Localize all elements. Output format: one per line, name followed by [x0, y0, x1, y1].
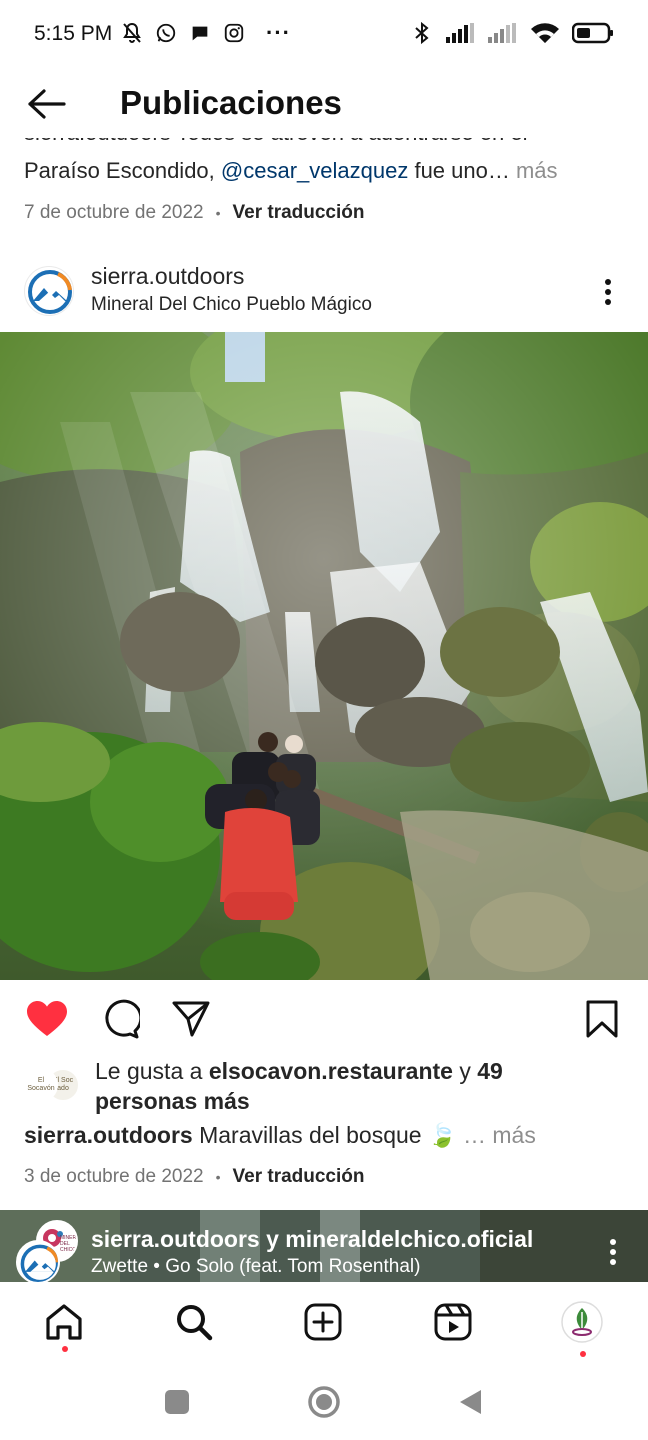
share-button[interactable]: [168, 996, 214, 1042]
home-notification-dot: [62, 1346, 68, 1352]
page-title: Publicaciones: [120, 84, 342, 121]
likes-suffix[interactable]: personas más: [95, 1088, 250, 1114]
back-system-button[interactable]: [450, 1382, 490, 1422]
more-label: … más: [462, 1122, 536, 1148]
chat-bubble-icon: [188, 20, 212, 46]
post-location[interactable]: Mineral Del Chico Pueblo Mágico: [91, 294, 372, 316]
caption-text: Paraíso Escondido,: [24, 158, 221, 183]
collab-avatars: MINERAL DEL CHICO: [14, 1220, 84, 1282]
reels-icon: [434, 1303, 472, 1341]
triangle-back-icon: [460, 1390, 481, 1414]
like-button[interactable]: [24, 996, 70, 1042]
more-notifications-icon: ···: [266, 20, 291, 45]
mention-link[interactable]: @cesar_velazquez: [221, 158, 408, 183]
wifi-icon: [530, 20, 560, 46]
save-button[interactable]: [579, 996, 625, 1042]
next-post-audio[interactable]: Zwette • Go Solo (feat. Tom Rosenthal): [91, 1256, 420, 1278]
send-icon: [172, 1001, 210, 1037]
waterfall-photo: [0, 332, 648, 980]
caption-tail: fue uno…: [408, 158, 510, 183]
heart-filled-icon: [27, 1001, 67, 1036]
previous-post-caption[interactable]: sierra.outdoors Todos se atreven a adent…: [24, 134, 624, 194]
app-header: Publicaciones: [0, 70, 648, 138]
more-link[interactable]: … más: [457, 1122, 536, 1148]
instagram-icon: [222, 20, 246, 46]
recent-apps-button[interactable]: [157, 1382, 197, 1422]
comment-button[interactable]: [97, 996, 143, 1042]
translate-link[interactable]: Ver traducción: [233, 202, 365, 224]
caption-line: Paraíso Escondido, @cesar_velazquez fue …: [24, 158, 558, 184]
likes-prefix: Le gusta a: [95, 1058, 209, 1084]
caption-username[interactable]: sierra.outdoors: [24, 1122, 193, 1148]
post-options-button[interactable]: [588, 272, 628, 312]
post-date: 3 de octubre de 2022: [24, 1166, 204, 1187]
status-time: 5:15 PM: [34, 22, 113, 45]
translate-link[interactable]: Ver traducción: [233, 1166, 365, 1188]
new-post-icon: [304, 1303, 342, 1341]
bottom-navigation: [0, 1282, 648, 1364]
nav-reels[interactable]: [431, 1300, 475, 1344]
nav-home[interactable]: [42, 1300, 86, 1344]
more-link[interactable]: más: [510, 158, 558, 183]
next-post-options-button[interactable]: [598, 1232, 628, 1272]
separator: •: [215, 1169, 221, 1185]
likes-summary[interactable]: El Soc ado El Socavón Le gusta a elsocav…: [24, 1056, 624, 1118]
liker-avatar: El Socavón: [24, 1068, 58, 1102]
next-post-usernames[interactable]: sierra.outdoors y mineraldelchico.oficia…: [91, 1226, 533, 1253]
liker-avatars: El Soc ado El Socavón: [24, 1068, 84, 1104]
post-photo[interactable]: [0, 332, 648, 980]
comment-icon: [105, 999, 140, 1039]
bluetooth-icon: [410, 20, 434, 46]
home-icon: [46, 1304, 82, 1340]
square-icon: [165, 1390, 189, 1414]
post-date: 7 de octubre de 2022: [24, 202, 204, 223]
sierra-outdoors-avatar[interactable]: [16, 1240, 60, 1282]
back-button[interactable]: [24, 82, 68, 126]
bookmark-icon: [586, 1000, 618, 1038]
status-bar: 5:15 PM ···: [0, 0, 648, 70]
caption-text: Maravillas del bosque 🍃: [192, 1122, 457, 1148]
battery-icon: [572, 20, 614, 46]
whatsapp-icon: [154, 20, 178, 46]
post-author-avatar[interactable]: [24, 266, 74, 316]
likes-text: Le gusta a elsocavon.restaurante y 49 per…: [95, 1056, 615, 1116]
more-vertical-icon: [605, 279, 611, 305]
post-username[interactable]: sierra.outdoors: [91, 263, 244, 290]
nav-search[interactable]: [172, 1300, 216, 1344]
circle-icon: [308, 1386, 340, 1418]
likes-count[interactable]: 49: [477, 1058, 503, 1084]
system-navigation-bar: [0, 1364, 648, 1440]
post-actions: [0, 990, 648, 1048]
home-system-button[interactable]: [304, 1382, 344, 1422]
sierra-outdoors-logo: [28, 270, 72, 314]
next-post-preview[interactable]: MINERAL DEL CHICO sierra.outdoors y mine…: [0, 1210, 648, 1282]
more-vertical-icon: [610, 1239, 616, 1265]
previous-post-meta: 7 de octubre de 2022 • Ver traducción: [24, 202, 365, 224]
profile-notification-dot: [580, 1351, 586, 1357]
collab-avatar-text: MINERAL DEL CHICO: [60, 1235, 77, 1253]
profile-avatar: [561, 1301, 603, 1343]
likes-middle: y: [452, 1058, 478, 1084]
status-system-icons: [410, 20, 614, 46]
search-icon: [177, 1305, 213, 1341]
post-meta: 3 de octubre de 2022 • Ver traducción: [24, 1166, 365, 1188]
post-caption[interactable]: sierra.outdoors Maravillas del bosque 🍃 …: [24, 1122, 536, 1149]
status-notification-icons: ···: [120, 20, 291, 46]
arrow-left-icon: [28, 89, 66, 119]
bell-off-icon: [120, 20, 144, 46]
post-header: sierra.outdoors Mineral Del Chico Pueblo…: [0, 252, 648, 332]
separator: •: [215, 205, 221, 221]
liker-username[interactable]: elsocavon.restaurante: [209, 1058, 453, 1084]
signal-icon: [446, 20, 476, 46]
nav-new-post[interactable]: [301, 1300, 345, 1344]
nav-profile[interactable]: [560, 1300, 604, 1344]
signal-icon: [488, 20, 518, 46]
